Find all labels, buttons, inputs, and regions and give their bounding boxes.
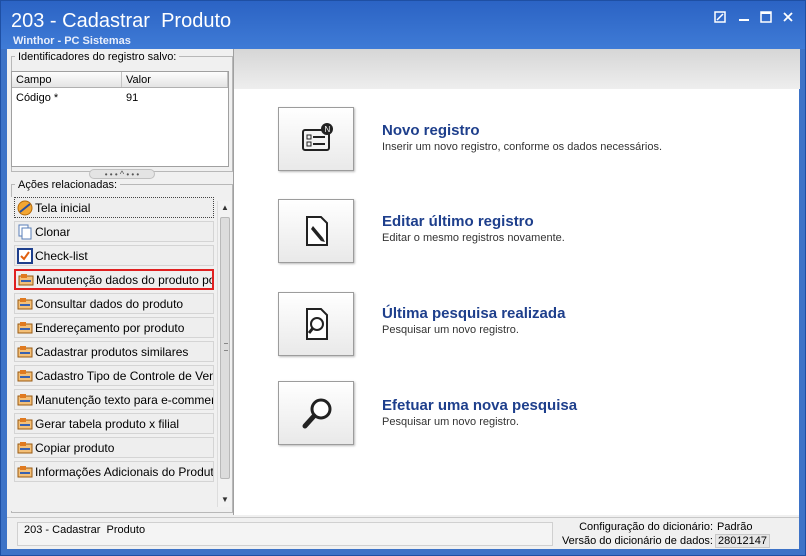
actions-group-title: Ações relacionadas: — [15, 179, 121, 191]
splitter-grip-icon: • • • — [126, 170, 140, 179]
action-item-label: Manutenção texto para e-commerce — [35, 392, 213, 407]
action-item-label: Cadastrar produtos similares — [35, 344, 189, 359]
actions-scrollbar[interactable]: ▲ ▼ — [217, 201, 231, 507]
form-icon — [17, 392, 33, 408]
right-panel: N Novo registro Inserir um novo registro… — [233, 49, 800, 515]
identifiers-table[interactable]: Campo Valor Código * 91 — [11, 71, 229, 167]
new-search-button[interactable] — [278, 381, 354, 445]
actions-list: Tela inicial Clonar Check-list Manutençã… — [11, 197, 231, 511]
clone-icon — [17, 224, 33, 240]
action-item-label: Endereçamento por produto — [35, 320, 185, 335]
last-search-icon — [306, 308, 328, 340]
form-icon — [18, 272, 34, 288]
identifiers-table-header: Campo Valor — [12, 72, 228, 88]
client-area: Identificadores do registro salvo: Campo… — [7, 49, 800, 549]
identifiers-group-title: Identificadores do registro salvo: — [15, 51, 180, 63]
action-item-enderecamento-produto[interactable]: Endereçamento por produto — [14, 317, 214, 338]
dictionary-version-label: Versão do dicionário de dados: — [561, 535, 713, 547]
restore-down-button[interactable] — [713, 11, 727, 25]
window-subtitle: Winthor - PC Sistemas — [13, 35, 131, 47]
edit-last-record-description: Editar o mesmo registros novamente. — [382, 232, 565, 244]
panel-splitter-handle[interactable]: • • • ^ • • • — [89, 169, 155, 179]
dictionary-version-value: 28012147 — [715, 534, 770, 548]
action-item-label: Consultar dados do produto — [35, 296, 184, 311]
scrollbar-thumb[interactable] — [220, 217, 230, 479]
action-item-label: Tela inicial — [35, 200, 91, 215]
maximize-button[interactable] — [759, 11, 773, 25]
action-item-label: Informações Adicionais do Produto — [35, 464, 213, 479]
title-bar[interactable]: 203 - Cadastrar Produto Winthor - PC Sis… — [1, 1, 805, 49]
last-search-title[interactable]: Última pesquisa realizada — [382, 305, 565, 322]
status-bar: 203 - Cadastrar Produto Configuração do … — [7, 517, 799, 549]
status-panel-routine: 203 - Cadastrar Produto — [17, 522, 553, 546]
cell-valor: 91 — [126, 92, 139, 104]
new-record-button[interactable]: N — [278, 107, 354, 171]
scrollbar-grip-icon — [224, 343, 228, 351]
close-button[interactable] — [781, 11, 795, 25]
action-item-consultar-dados-produto[interactable]: Consultar dados do produto — [14, 293, 214, 314]
action-item-manutencao-texto-ecommerce[interactable]: Manutenção texto para e-commerce — [14, 389, 214, 410]
left-panel: Identificadores do registro salvo: Campo… — [7, 49, 233, 515]
edit-last-record-button[interactable] — [278, 199, 354, 263]
action-item-copiar-produto[interactable]: Copiar produto — [14, 437, 214, 458]
action-item-check-list[interactable]: Check-list — [14, 245, 214, 266]
action-item-clonar[interactable]: Clonar — [14, 221, 214, 242]
chevron-up-icon: ^ — [119, 169, 125, 179]
svg-text:N: N — [325, 125, 331, 134]
new-search-title[interactable]: Efetuar uma nova pesquisa — [382, 397, 577, 414]
action-item-cadastrar-produtos-similares[interactable]: Cadastrar produtos similares — [14, 341, 214, 362]
action-item-label: Gerar tabela produto x filial — [35, 416, 180, 431]
new-search-description: Pesquisar um novo registro. — [382, 416, 519, 428]
new-record-icon: N — [302, 123, 333, 151]
main-window: 203 - Cadastrar Produto Winthor - PC Sis… — [0, 0, 806, 556]
form-icon — [17, 344, 33, 360]
last-search-description: Pesquisar um novo registro. — [382, 324, 519, 336]
action-item-label: Manutenção dados do produto por... — [36, 272, 212, 287]
form-icon — [17, 416, 33, 432]
form-icon — [17, 296, 33, 312]
new-record-title[interactable]: Novo registro — [382, 122, 480, 139]
action-item-cadastro-tipo-controle[interactable]: Cadastro Tipo de Controle de Ven... — [14, 365, 214, 386]
action-item-label: Copiar produto — [35, 440, 115, 455]
form-icon — [17, 464, 33, 480]
new-record-description: Inserir um novo registro, conforme os da… — [382, 141, 663, 153]
status-routine-text: 203 - Cadastrar Produto — [24, 524, 146, 536]
right-panel-header-strip — [234, 49, 800, 89]
scroll-down-arrow-icon[interactable]: ▼ — [218, 493, 232, 507]
maximize-icon — [760, 11, 772, 23]
action-item-label: Check-list — [35, 248, 88, 263]
minimize-button[interactable] — [737, 11, 751, 25]
home-icon — [17, 200, 33, 216]
edit-last-record-title[interactable]: Editar último registro — [382, 213, 534, 230]
new-search-icon — [302, 398, 332, 429]
action-item-label: Clonar — [35, 224, 71, 239]
column-header-campo[interactable]: Campo — [12, 72, 122, 87]
restore-down-icon — [714, 11, 726, 23]
splitter-grip-icon: • • • — [104, 170, 118, 179]
dictionary-config-label: Configuração do dicionário: — [579, 521, 713, 533]
action-item-manutencao-dados-produto[interactable]: Manutenção dados do produto por... — [14, 269, 214, 290]
form-icon — [17, 440, 33, 456]
cell-campo: Código * — [16, 92, 59, 104]
table-row[interactable]: Código * 91 — [12, 88, 228, 106]
minimize-icon — [739, 19, 749, 21]
dictionary-config-value: Padrão — [717, 521, 753, 533]
edit-record-icon — [306, 216, 328, 246]
window-title: 203 - Cadastrar Produto — [11, 10, 232, 32]
column-header-valor[interactable]: Valor — [122, 72, 228, 87]
close-icon — [783, 12, 793, 22]
action-item-gerar-tabela-produto-filial[interactable]: Gerar tabela produto x filial — [14, 413, 214, 434]
form-icon — [17, 368, 33, 384]
action-item-label: Cadastro Tipo de Controle de Ven... — [35, 368, 213, 383]
form-icon — [17, 320, 33, 336]
scroll-up-arrow-icon[interactable]: ▲ — [218, 201, 232, 215]
action-item-tela-inicial[interactable]: Tela inicial — [14, 197, 214, 218]
action-item-informacoes-adicionais[interactable]: Informações Adicionais do Produto — [14, 461, 214, 482]
last-search-button[interactable] — [278, 292, 354, 356]
checklist-icon — [17, 247, 33, 264]
